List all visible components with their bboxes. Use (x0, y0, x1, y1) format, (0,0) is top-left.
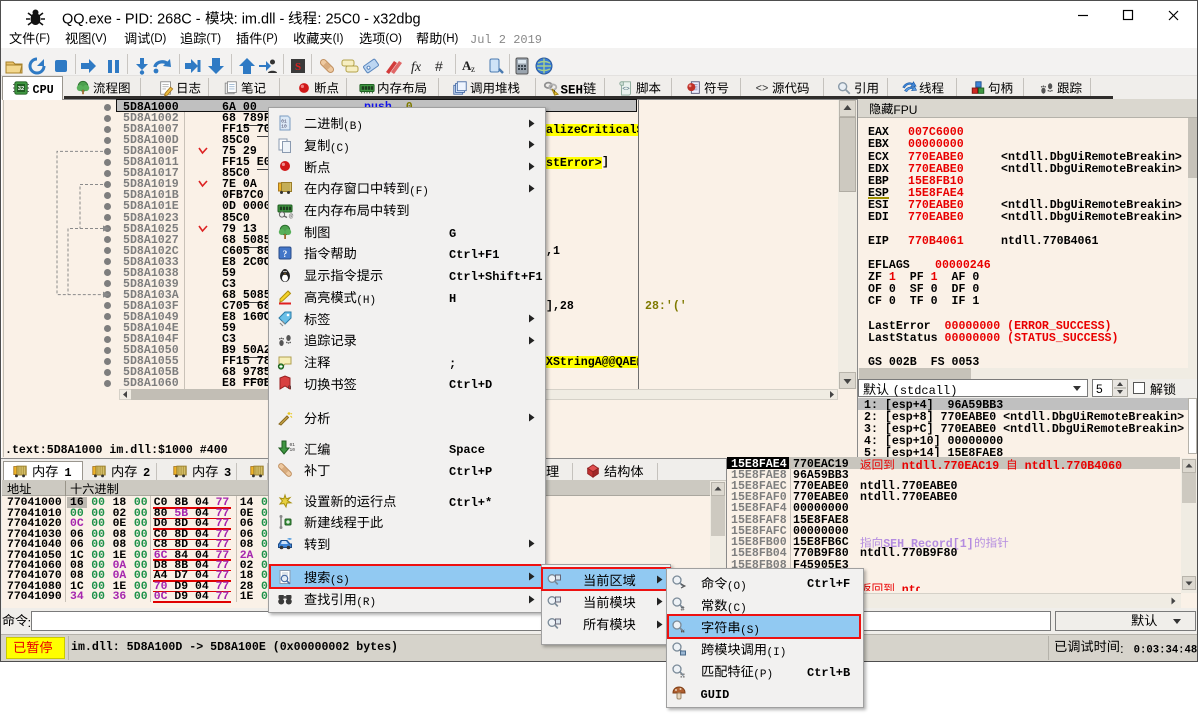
svg-text:10: 10 (281, 124, 287, 130)
svg-text:?: ? (283, 249, 288, 259)
svg-text:n: n (288, 385, 291, 391)
svg-text:@: @ (289, 213, 294, 219)
svg-text:10: 10 (290, 447, 296, 453)
